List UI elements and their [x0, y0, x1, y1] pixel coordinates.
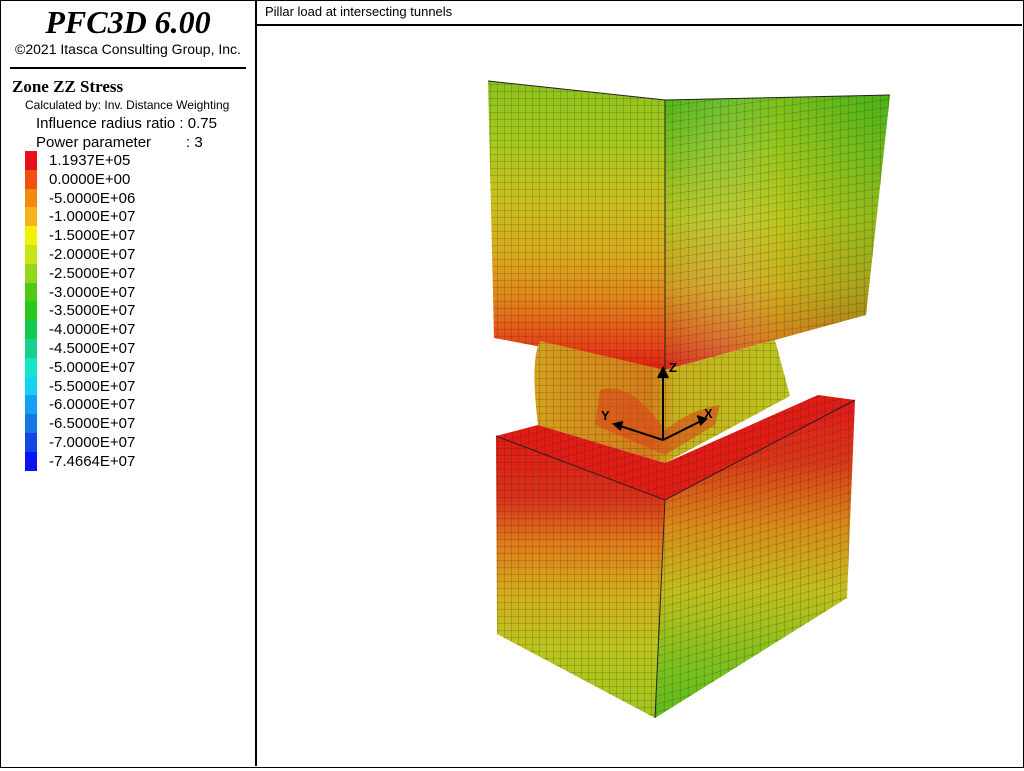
upper-block-front-face [488, 81, 665, 370]
power-parameter-row: Power parameter : 3 [36, 134, 203, 151]
legend-value-label: -5.5000E+07 [49, 377, 136, 395]
power-parameter-label: Power parameter [36, 134, 152, 151]
legend-swatch [25, 151, 37, 170]
plot-title-bar: Pillar load at intersecting tunnels [257, 1, 1022, 26]
legend-swatch [25, 414, 37, 434]
upper-block-side-face [665, 95, 890, 370]
legend-value-label: -5.0000E+07 [49, 358, 136, 376]
influence-radius-label: Influence radius ratio : 0.75 [36, 115, 217, 132]
legend-title: Zone ZZ Stress [12, 77, 124, 96]
legend-value-label: -3.0000E+07 [49, 283, 136, 301]
legend-swatch [25, 320, 37, 340]
legend-value-label: -5.0000E+06 [49, 189, 136, 207]
legend-swatch [25, 188, 37, 208]
legend-swatch [25, 245, 37, 264]
title-divider [10, 67, 246, 69]
axis-label-x: X [704, 406, 713, 421]
legend-value-label: -3.5000E+07 [49, 302, 136, 320]
legend-swatch [25, 282, 37, 302]
legend-swatch [25, 395, 37, 415]
legend-value-label: -2.5000E+07 [49, 264, 136, 282]
legend-value-label: -1.0000E+07 [49, 208, 136, 226]
pillar-model-render[interactable]: Z X Y [257, 26, 1022, 766]
legend-value-label: -7.4664E+07 [49, 452, 136, 470]
calculation-method: Calculated by: Inv. Distance Weighting [25, 98, 230, 112]
power-parameter-value: : 3 [186, 134, 203, 151]
app-title: PFC3D 6.00 [45, 4, 211, 40]
axis-label-z: Z [669, 360, 677, 375]
copyright-text: ©2021 Itasca Consulting Group, Inc. [15, 41, 241, 57]
legend-value-label: -6.0000E+07 [49, 396, 136, 414]
legend-value-label: -6.5000E+07 [49, 415, 136, 433]
legend-swatch [25, 169, 37, 189]
legend-value-label: -4.5000E+07 [49, 340, 136, 357]
legend-value-label: 1.1937E+05 [49, 152, 131, 169]
legend-value-label: -4.0000E+07 [49, 321, 136, 339]
legend-value-label: -7.0000E+07 [49, 434, 136, 451]
legend-swatch [25, 263, 37, 283]
legend-swatch [25, 451, 37, 471]
legend-value-label: -2.0000E+07 [49, 246, 136, 263]
legend-swatch [25, 226, 37, 246]
legend-swatch [25, 339, 37, 358]
legend-swatch [25, 301, 37, 321]
axis-label-y: Y [601, 408, 610, 423]
legend-swatch [25, 357, 37, 377]
legend-value-label: 0.0000E+00 [49, 170, 131, 188]
plot-title: Pillar load at intersecting tunnels [265, 4, 453, 19]
legend-swatch [25, 433, 37, 452]
model-viewport[interactable]: Z X Y [257, 26, 1022, 766]
legend-swatch [25, 207, 37, 227]
legend-panel: PFC3D 6.00 ©2021 Itasca Consulting Group… [1, 1, 257, 766]
legend-value-label: -1.5000E+07 [49, 227, 136, 245]
legend-swatch [25, 376, 37, 396]
